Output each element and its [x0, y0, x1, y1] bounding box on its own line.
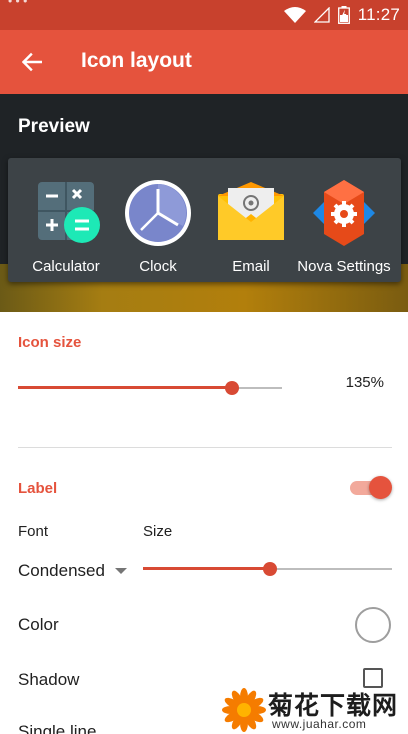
app-label: Nova Settings: [297, 258, 391, 275]
font-dropdown-value: Condensed: [18, 561, 105, 580]
shadow-checkbox[interactable]: [363, 668, 383, 688]
preview-panel: Preview Calculator Clock Email Nova Sett…: [0, 94, 408, 312]
font-dropdown[interactable]: Condensed: [18, 560, 127, 582]
arrow-back-icon: [22, 52, 42, 72]
app-label: Calculator: [32, 258, 100, 275]
divider: [18, 447, 392, 448]
toolbar: Icon layout: [0, 30, 408, 94]
label-section-label: Label: [18, 480, 58, 497]
app-email: Email: [203, 178, 299, 278]
font-label: Font: [18, 523, 49, 540]
nova-settings-icon: [313, 180, 375, 246]
watermark-url: www.juahar.com: [272, 717, 367, 731]
label-size-slider[interactable]: [143, 559, 392, 579]
app-clock: Clock: [110, 178, 206, 278]
calculator-icon: [38, 182, 100, 243]
flower-logo-icon: [222, 688, 266, 732]
email-icon: [218, 182, 284, 240]
app-nova-settings: Nova Settings: [296, 178, 392, 278]
single-line-label: Single line: [18, 722, 97, 734]
watermark: 菊花下载网 www.juahar.com: [222, 686, 408, 734]
label-toggle[interactable]: [348, 476, 394, 500]
icon-size-slider[interactable]: [18, 378, 282, 398]
chevron-down-icon: [114, 568, 127, 574]
toggle-thumb: [369, 476, 392, 499]
preview-title: Preview: [18, 116, 90, 137]
slider-thumb[interactable]: [262, 562, 277, 576]
status-time: 11:27: [357, 5, 400, 24]
app-label: Email: [232, 258, 270, 275]
icon-size-value: 135%: [345, 374, 384, 391]
slider-fill: [143, 567, 270, 570]
back-button[interactable]: [14, 44, 50, 80]
battery-icon: [337, 6, 350, 24]
wifi-icon: [283, 7, 306, 23]
app-label: Clock: [139, 258, 177, 275]
icon-size-section-label: Icon size: [18, 334, 82, 351]
color-label: Color: [18, 615, 59, 634]
app-calculator: Calculator: [18, 178, 114, 278]
size-label: Size: [143, 523, 173, 540]
slider-thumb[interactable]: [224, 381, 239, 395]
color-swatch[interactable]: [355, 607, 391, 643]
slider-fill: [18, 386, 232, 389]
clock-icon: [125, 180, 191, 246]
preview-dock: Calculator Clock Email Nova Settings: [8, 158, 401, 282]
signal-icon: [313, 7, 330, 23]
shadow-label: Shadow: [18, 670, 80, 689]
status-icons: 11:27: [283, 5, 400, 25]
status-bar: • • • 11:27: [0, 0, 408, 30]
notification-icons: • • •: [8, 0, 28, 8]
page-title: Icon layout: [81, 49, 192, 72]
